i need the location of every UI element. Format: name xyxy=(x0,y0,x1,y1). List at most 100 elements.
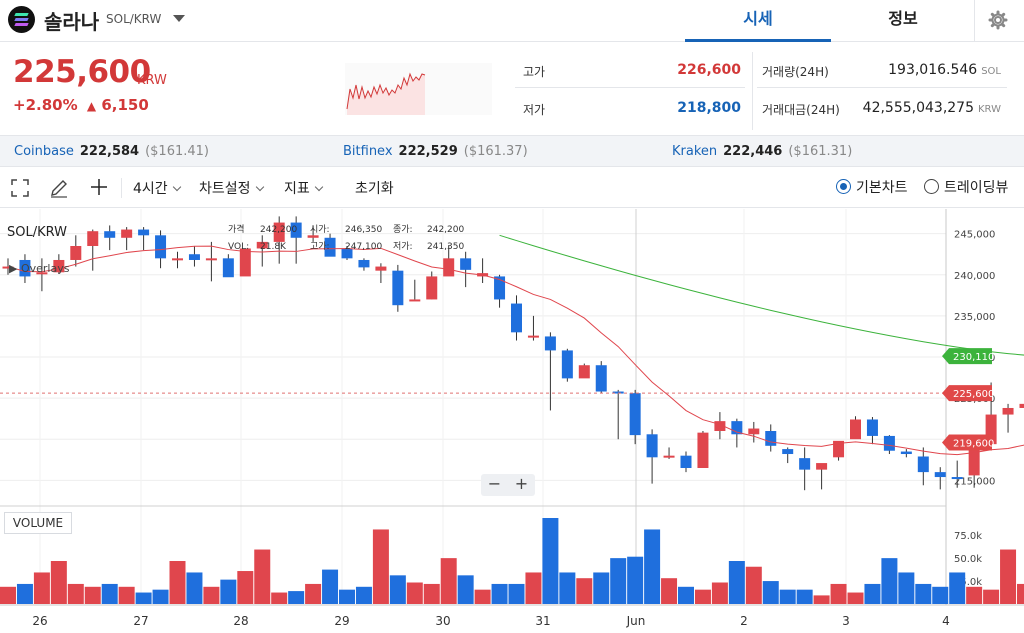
ohlc-info-text: 21.8K xyxy=(260,242,287,252)
exchange-kraken[interactable]: Kraken 222,446 ($161.31) xyxy=(672,144,852,159)
volume-bar xyxy=(0,586,16,604)
candle xyxy=(799,447,811,491)
candle xyxy=(697,431,709,468)
toolbar-divider xyxy=(121,178,122,198)
candle-body xyxy=(392,270,404,306)
volume-bar xyxy=(474,589,491,604)
price-tag-label: 219,600 xyxy=(953,439,994,450)
candle xyxy=(205,241,217,282)
candle xyxy=(87,229,99,271)
amount-label: 거래대금(24H) xyxy=(762,103,840,117)
candle-body xyxy=(511,303,522,333)
candle-body xyxy=(460,258,472,270)
trading-view-label: 트레이딩뷰 xyxy=(944,180,1009,196)
exchange-name: Bitfinex xyxy=(343,144,393,159)
candle-body xyxy=(782,449,794,455)
crosshair-icon[interactable] xyxy=(90,178,108,196)
volume-value: 193,016.546 SOL xyxy=(845,62,1001,78)
candle xyxy=(222,254,234,278)
exchange-coinbase[interactable]: Coinbase 222,584 ($161.41) xyxy=(14,144,209,159)
change-amount: 6,150 xyxy=(101,96,149,114)
exchange-usd: ($161.31) xyxy=(788,144,853,159)
volume-bar xyxy=(220,579,237,604)
basic-chart-radio[interactable]: 기본차트 xyxy=(836,177,908,197)
ohlc-info-text: 저가: xyxy=(393,241,413,252)
volume-bar xyxy=(339,589,355,604)
chart-settings-select[interactable]: 차트설정 xyxy=(199,178,264,198)
current-price: 225,600 xyxy=(13,54,151,90)
candle-body xyxy=(121,229,133,238)
x-tick-label: 30 xyxy=(435,614,450,628)
exchange-usd: ($161.41) xyxy=(145,144,209,159)
trading-view-radio[interactable]: 트레이딩뷰 xyxy=(924,177,1008,197)
candle-body xyxy=(527,335,539,338)
candle xyxy=(561,348,573,382)
candle xyxy=(595,361,607,394)
volume-bar xyxy=(864,583,881,604)
change-arrow-icon: ▲ xyxy=(86,99,97,113)
volume-bar xyxy=(678,586,694,604)
chart-toolbar: 4시간 차트설정 지표 초기화 기본차트 트레이딩뷰 xyxy=(0,168,1024,208)
candle-body xyxy=(375,266,387,271)
candle xyxy=(544,332,556,411)
candle-body xyxy=(239,248,251,277)
candle-body xyxy=(188,254,200,260)
indicators-select[interactable]: 지표 xyxy=(284,178,324,198)
zoom-in-button[interactable]: + xyxy=(508,474,535,494)
volume-bar xyxy=(440,558,457,604)
reset-button[interactable]: 초기화 xyxy=(355,178,394,198)
overlays-toggle[interactable]: ▶ Overlays xyxy=(9,262,69,275)
price-chart[interactable]: 245,000240,000235,000230,000225,000220,0… xyxy=(0,209,1024,633)
candle xyxy=(663,447,675,459)
exchange-usd: ($161.37) xyxy=(463,144,528,159)
volume-bar xyxy=(762,581,779,604)
stats-divider xyxy=(515,87,745,88)
volume-bar xyxy=(627,556,644,604)
volume-bar xyxy=(745,566,762,604)
candle xyxy=(70,235,82,267)
candle-body xyxy=(205,258,217,261)
volume-bar xyxy=(372,529,389,604)
candle xyxy=(866,417,878,445)
tab-price[interactable]: 시세 xyxy=(685,0,831,42)
price-change: +2.80% ▲ 6,150 xyxy=(13,96,149,114)
draw-pencil-icon[interactable] xyxy=(49,178,69,198)
fullscreen-icon[interactable] xyxy=(11,179,29,197)
volume-bar xyxy=(559,572,576,604)
volume-bar xyxy=(322,569,339,604)
stats-divider-2 xyxy=(757,87,1007,88)
volume-bar xyxy=(101,583,118,604)
candle xyxy=(782,447,794,464)
volume-bar xyxy=(423,583,440,604)
ohlc-info-text: 242,200 xyxy=(260,225,297,235)
interval-label: 4시간 xyxy=(133,181,168,197)
indicators-label: 지표 xyxy=(284,181,310,197)
exchange-bitfinex[interactable]: Bitfinex 222,529 ($161.37) xyxy=(343,144,528,159)
candle-body xyxy=(426,276,438,300)
candle-body xyxy=(104,231,116,238)
candle xyxy=(578,363,590,379)
chevron-down-icon xyxy=(255,182,264,192)
candle-body xyxy=(799,458,811,470)
interval-select[interactable]: 4시간 xyxy=(133,178,181,198)
candle-body xyxy=(900,451,912,455)
candle-body xyxy=(307,235,319,238)
zoom-out-button[interactable]: − xyxy=(481,474,508,494)
radio-unselected-icon xyxy=(924,179,939,194)
tab-info[interactable]: 정보 xyxy=(830,0,976,42)
gear-icon[interactable] xyxy=(988,10,1008,30)
volume-bar xyxy=(779,589,796,604)
candle xyxy=(121,227,133,251)
x-tick-label: 31 xyxy=(535,614,550,628)
volume-bar xyxy=(186,572,203,604)
candle xyxy=(1002,403,1014,433)
volume-panel-label: VOLUME xyxy=(4,512,72,534)
volume-bar xyxy=(830,583,847,604)
volume-bar xyxy=(305,583,322,604)
candlestick-chart-svg[interactable]: 245,000240,000235,000230,000225,000220,0… xyxy=(0,209,1024,633)
sparkline-chart xyxy=(345,63,492,115)
coin-select-dropdown-icon[interactable] xyxy=(173,15,185,22)
candle-body xyxy=(646,434,658,458)
candle xyxy=(273,216,285,264)
volume-bar xyxy=(33,572,50,604)
